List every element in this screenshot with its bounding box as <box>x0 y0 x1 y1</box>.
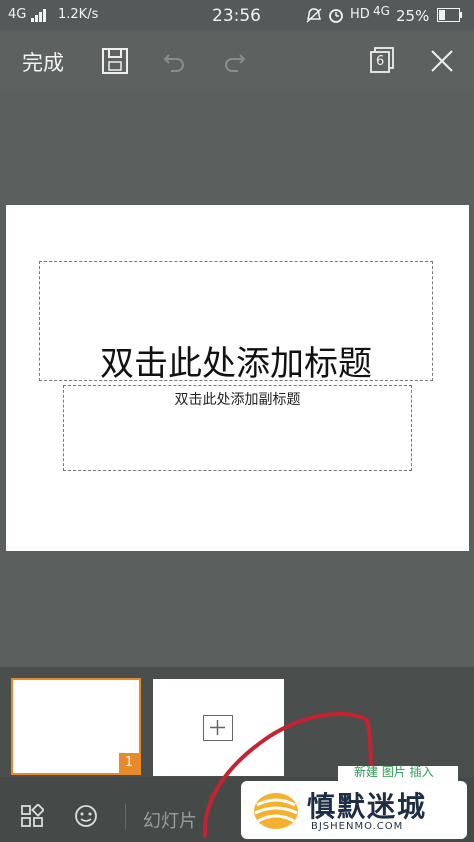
watermark-brand: 慎默迷城 <box>307 790 428 823</box>
watermark-domain: BJSHENMO.COM <box>311 821 404 832</box>
slide-number-badge: 1 <box>119 753 139 773</box>
partial-panel: 新建 图片 插入 <box>338 765 458 782</box>
slide-thumbnail[interactable]: 1 <box>11 678 141 775</box>
toolbar-divider <box>125 804 126 830</box>
layout-grid-icon[interactable] <box>20 804 44 828</box>
alarm-icon <box>329 9 343 23</box>
top-toolbar: 完成 6 <box>0 30 474 92</box>
title-placeholder[interactable]: 双击此处添加标题 <box>39 261 433 384</box>
network-type: 4G <box>8 7 27 22</box>
redo-icon[interactable] <box>220 47 248 75</box>
slide[interactable]: 双击此处添加标题 双击此处添加副标题 <box>6 205 469 551</box>
network-type-2: 4G <box>373 4 390 18</box>
page-count-button[interactable]: 6 <box>369 46 397 74</box>
slides-tab[interactable]: 幻灯片 <box>143 807 197 833</box>
battery-icon <box>437 8 462 22</box>
subtitle-placeholder[interactable]: 双击此处添加副标题 <box>63 385 412 471</box>
done-button[interactable]: 完成 <box>22 47 64 77</box>
watermark: 慎默迷城 BJSHENMO.COM <box>241 781 467 839</box>
battery-percent: 25% <box>396 7 430 25</box>
clock: 23:56 <box>212 6 261 26</box>
close-icon[interactable] <box>428 47 456 75</box>
title-placeholder-text: 双击此处添加标题 <box>100 344 372 384</box>
mute-bell-icon <box>306 8 322 23</box>
hd-indicator: HD <box>350 7 370 22</box>
partial-green-label: 新建 图片 插入 <box>354 765 434 779</box>
signal-icon <box>31 9 46 22</box>
save-icon[interactable] <box>101 47 129 75</box>
emoji-icon[interactable] <box>73 803 99 829</box>
network-speed: 1.2K/s <box>58 7 99 22</box>
undo-icon[interactable] <box>161 47 189 75</box>
subtitle-placeholder-text: 双击此处添加副标题 <box>174 392 301 408</box>
status-bar: 4G 1.2K/s 23:56 HD 4G 25% <box>0 0 474 30</box>
watermark-logo-icon <box>254 793 298 829</box>
page-count: 6 <box>376 54 385 69</box>
